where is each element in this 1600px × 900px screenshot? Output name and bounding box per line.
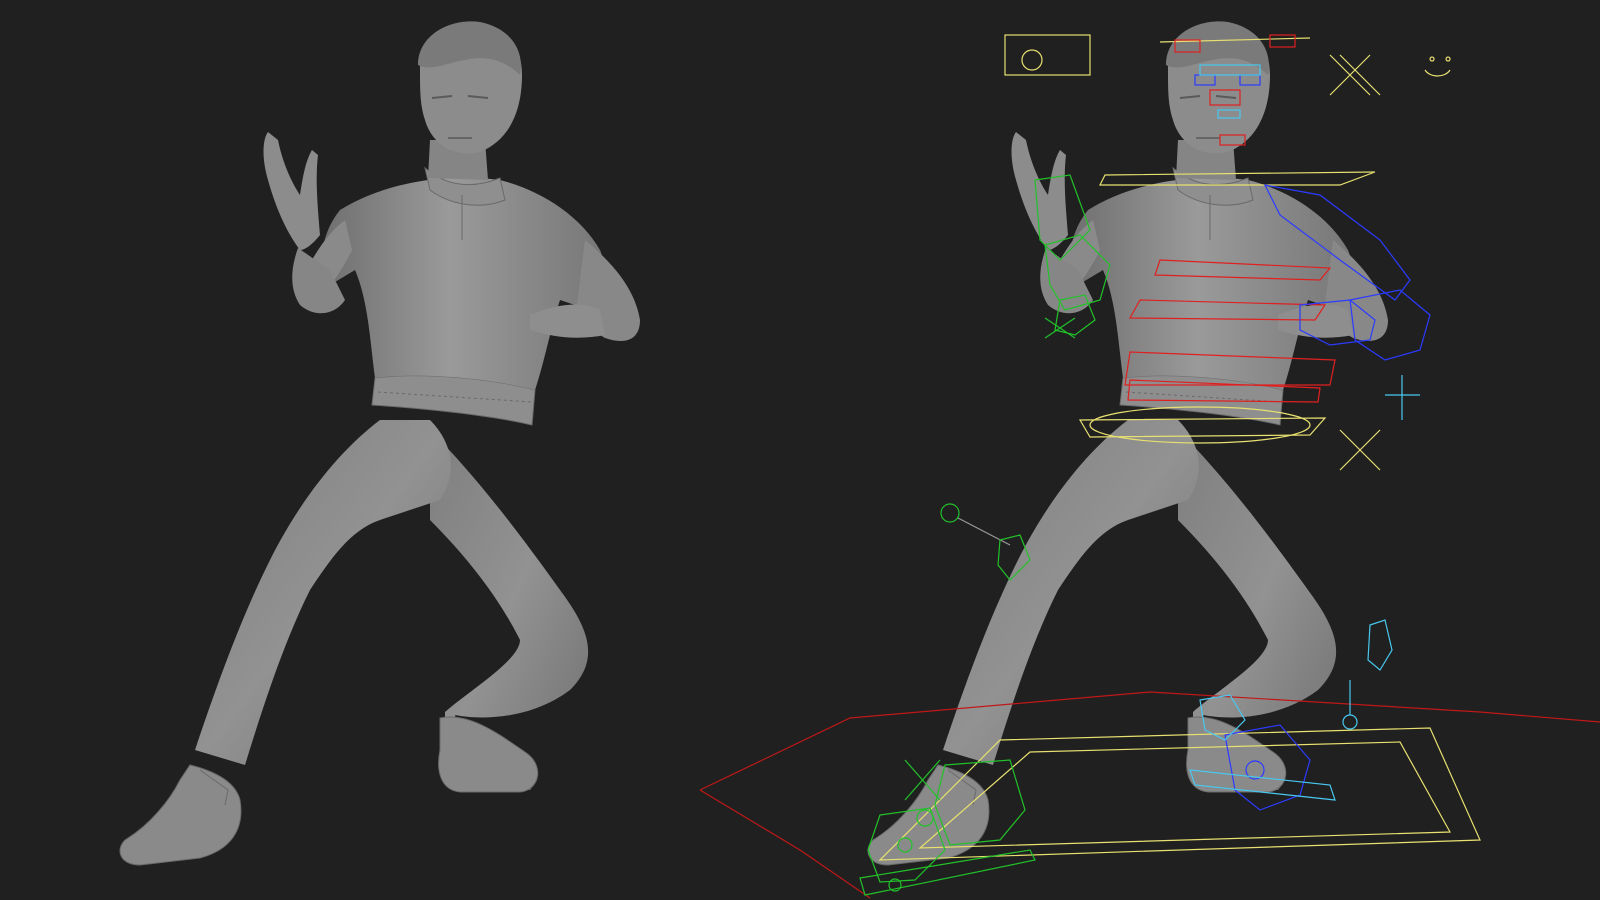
face-panel-control[interactable] xyxy=(1004,34,1091,76)
ground-grid xyxy=(699,691,1600,899)
rigged-character-model[interactable] xyxy=(867,20,1389,867)
shaded-character-model[interactable] xyxy=(119,20,641,867)
knee-pole-control[interactable] xyxy=(940,503,960,523)
plus-control-icon[interactable] xyxy=(1385,375,1420,420)
hip-x-control-icon[interactable] xyxy=(1339,429,1381,471)
scene-canvas xyxy=(119,20,1600,899)
x-control-icon[interactable] xyxy=(1329,54,1381,96)
viewport[interactable] xyxy=(0,0,1600,900)
smiley-control-icon[interactable] xyxy=(1424,56,1451,77)
